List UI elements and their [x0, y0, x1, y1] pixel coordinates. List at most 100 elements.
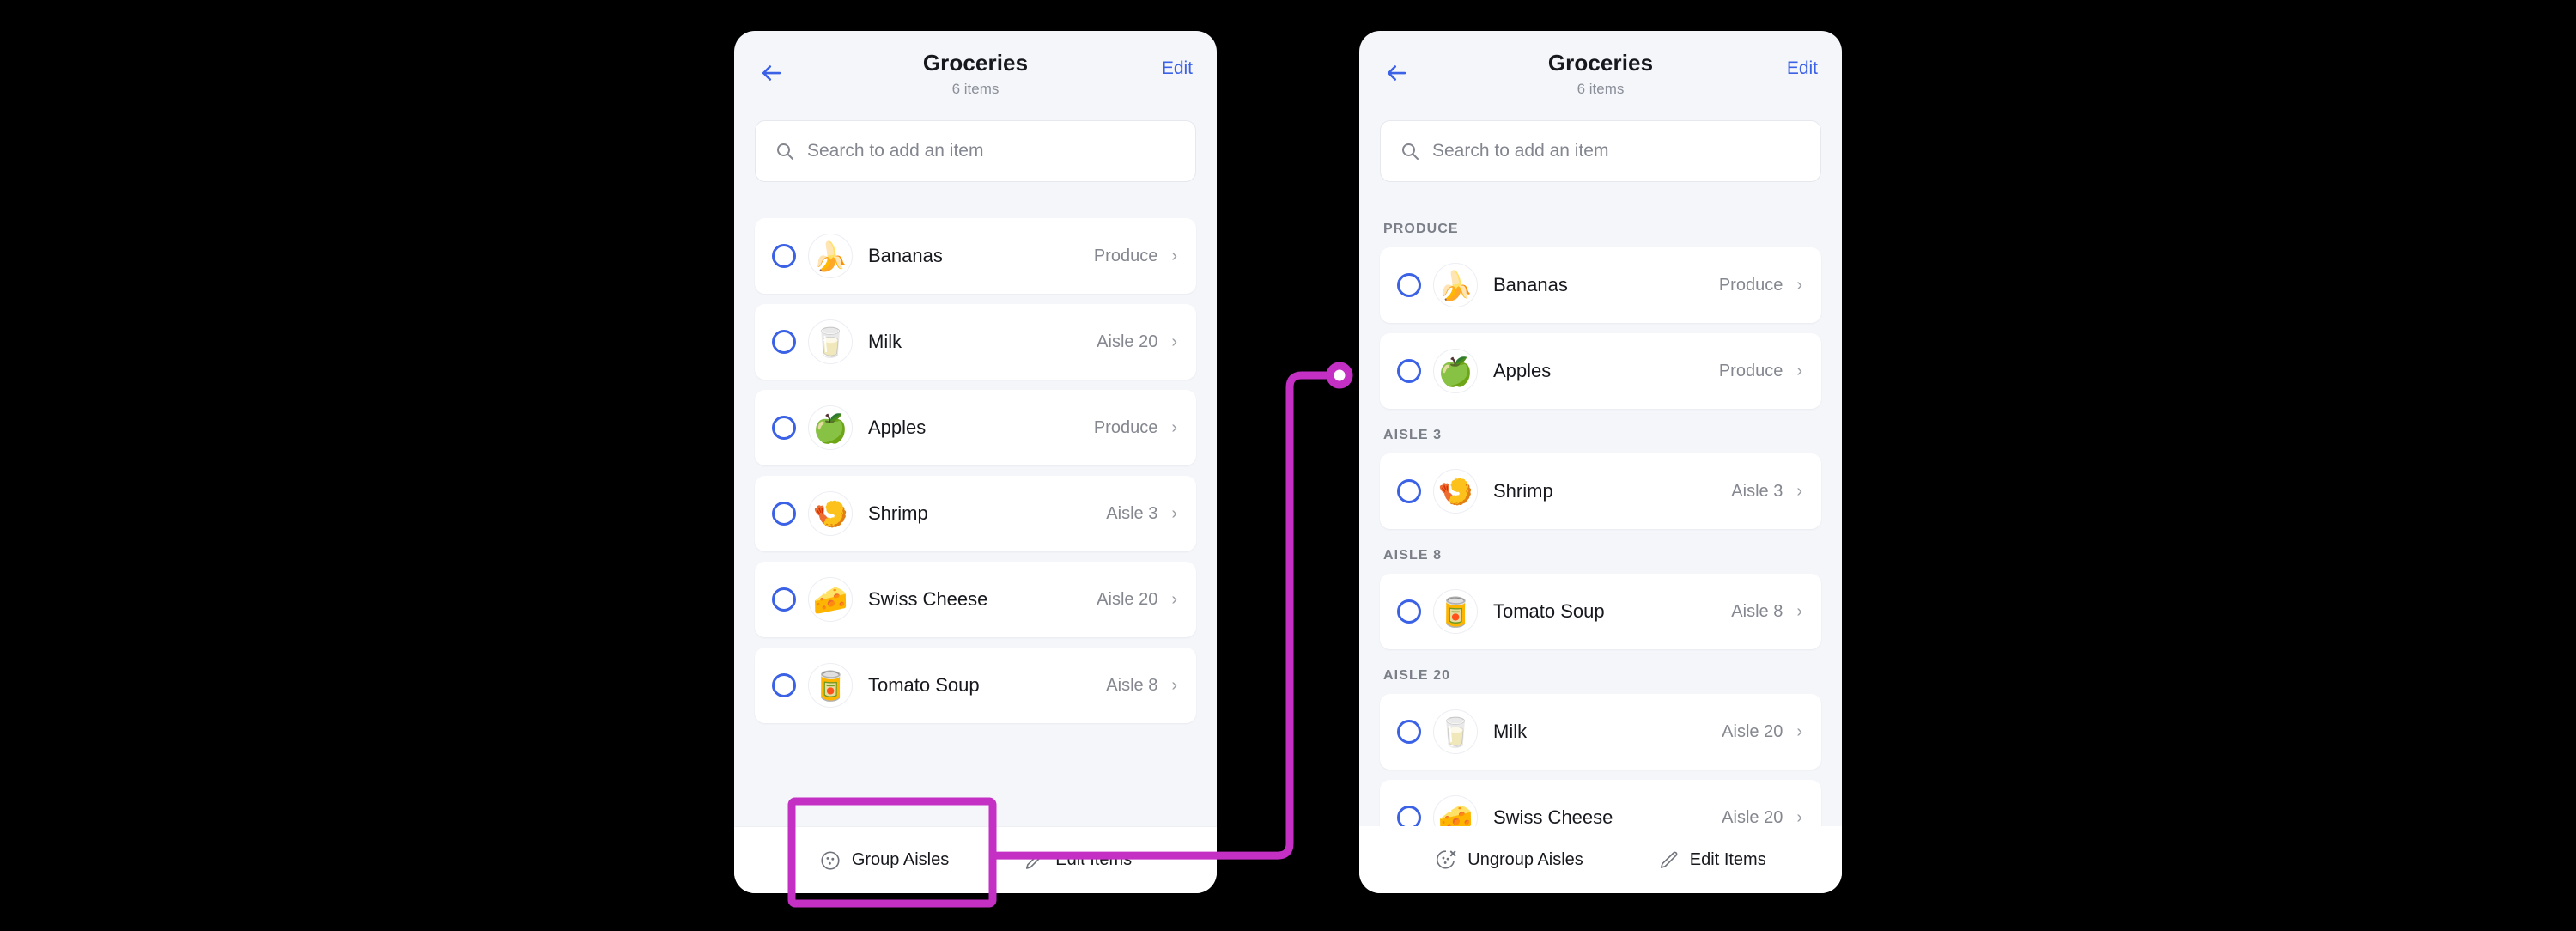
chevron-right-icon[interactable]: ›	[1171, 247, 1177, 265]
list-item[interactable]: 🥫 Tomato Soup Aisle 8 ›	[755, 648, 1196, 723]
group-aisles-button[interactable]: Group Aisles	[819, 849, 949, 872]
item-checkbox[interactable]	[1397, 359, 1421, 383]
section-heading: AISLE 3	[1383, 428, 1443, 442]
click-target-annotation	[787, 362, 1353, 908]
search-placeholder: Search to add an item	[1432, 141, 1609, 161]
item-meta: Aisle 8 ›	[1731, 602, 1802, 622]
phone-panel-ungrouped: Groceries 6 items Edit Search to add an …	[734, 31, 1217, 893]
panel-right-bottom-bar: Ungroup Aisles Edit Items	[1359, 826, 1842, 893]
item-checkbox[interactable]	[772, 244, 796, 268]
group-aisles-label: Group Aisles	[851, 850, 950, 869]
item-name: Tomato Soup	[1493, 600, 1605, 622]
panel-right-header: Groceries 6 items Edit	[1359, 31, 1842, 117]
screenshot-stage: Groceries 6 items Edit Search to add an …	[0, 0, 2576, 931]
item-checkbox[interactable]	[772, 416, 796, 440]
chevron-right-icon[interactable]: ›	[1796, 723, 1802, 740]
group-aisles-icon	[819, 849, 841, 872]
list-item[interactable]: 🧀 Swiss Cheese Aisle 20 ›	[755, 562, 1196, 637]
chevron-right-icon[interactable]: ›	[1796, 362, 1802, 380]
item-name: Shrimp	[1493, 480, 1553, 502]
item-thumbnail-icon: 🥫	[1433, 589, 1478, 634]
edit-button[interactable]: Edit	[1162, 58, 1193, 79]
item-aisle-label: Aisle 20	[1722, 721, 1783, 741]
item-name: Apples	[1493, 360, 1552, 381]
item-thumbnail-icon: 🍏	[808, 405, 853, 450]
section-heading: AISLE 20	[1383, 668, 1451, 683]
chevron-right-icon[interactable]: ›	[1796, 809, 1802, 826]
search-input[interactable]: Search to add an item	[1380, 120, 1821, 182]
item-checkbox[interactable]	[772, 587, 796, 612]
search-input[interactable]: Search to add an item	[755, 120, 1196, 182]
ungroup-aisles-label: Ungroup Aisles	[1467, 849, 1583, 869]
item-thumbnail-icon: 🍌	[808, 234, 853, 278]
item-name: Bananas	[868, 245, 943, 266]
item-meta: Produce ›	[1719, 362, 1802, 381]
item-thumbnail-icon: 🧀	[808, 577, 853, 622]
panel-right-scroll-area[interactable]: PRODUCE 🍌 Bananas Produce › 🍏 Apples Produce › AI…	[1359, 199, 1842, 893]
item-checkbox[interactable]	[1397, 720, 1421, 744]
page-title: Groceries	[1547, 50, 1654, 76]
edit-items-label: Edit Items	[1689, 849, 1766, 869]
item-count: 6 items	[951, 80, 999, 97]
item-name: Bananas	[1493, 274, 1568, 295]
item-meta: Aisle 8 ›	[1106, 676, 1177, 696]
grocery-list-grouped: PRODUCE 🍌 Bananas Produce › 🍏 Apples Produce › AI…	[1359, 199, 1842, 855]
item-meta: Aisle 20 ›	[1097, 332, 1177, 352]
list-item[interactable]: 🥛 Milk Aisle 20 ›	[755, 304, 1196, 380]
item-meta: Aisle 3 ›	[1106, 504, 1177, 524]
list-item[interactable]: 🍏 Apples Produce ›	[1380, 333, 1821, 409]
list-item[interactable]: 🥛 Milk Aisle 20 ›	[1380, 694, 1821, 770]
item-aisle-label: Aisle 20	[1097, 589, 1158, 609]
item-name: Shrimp	[868, 502, 928, 524]
item-name: Milk	[868, 331, 902, 352]
panel-left-title-block: Groceries 6 items	[734, 50, 1217, 98]
list-item[interactable]: 🍌 Bananas Produce ›	[755, 218, 1196, 294]
item-meta: Aisle 3 ›	[1731, 482, 1802, 502]
item-aisle-label: Aisle 8	[1731, 601, 1783, 621]
item-aisle-label: Produce	[1718, 361, 1783, 380]
panel-left-scroll-area[interactable]: 🍌 Bananas Produce › 🥛 Milk Aisle 20 › 🍏 Apples Pro…	[734, 199, 1217, 893]
phone-panel-grouped: Groceries 6 items Edit Search to add an …	[1359, 31, 1842, 893]
list-item[interactable]: 🍤 Shrimp Aisle 3 ›	[755, 476, 1196, 551]
list-item[interactable]: 🍌 Bananas Produce ›	[1380, 247, 1821, 323]
item-thumbnail-icon: 🍤	[808, 491, 853, 536]
item-thumbnail-icon: 🍤	[1433, 469, 1478, 514]
item-checkbox[interactable]	[772, 673, 796, 697]
edit-items-button[interactable]: Edit Items	[1023, 849, 1132, 872]
chevron-right-icon[interactable]: ›	[1171, 505, 1177, 522]
pencil-icon	[1657, 849, 1680, 871]
item-checkbox[interactable]	[1397, 479, 1421, 503]
chevron-right-icon[interactable]: ›	[1171, 419, 1177, 436]
ungroup-aisles-button[interactable]: Ungroup Aisles	[1435, 849, 1583, 871]
edit-button[interactable]: Edit	[1787, 58, 1818, 79]
callout-endpoint-dot	[1326, 362, 1353, 389]
item-checkbox[interactable]	[1397, 273, 1421, 297]
chevron-right-icon[interactable]: ›	[1796, 483, 1802, 500]
item-meta: Aisle 20 ›	[1722, 808, 1802, 828]
item-name: Apples	[868, 417, 927, 438]
item-thumbnail-icon: 🥫	[808, 663, 853, 708]
chevron-right-icon[interactable]: ›	[1171, 677, 1177, 694]
panel-right-title-block: Groceries 6 items	[1359, 50, 1842, 98]
item-meta: Aisle 20 ›	[1722, 722, 1802, 742]
chevron-right-icon[interactable]: ›	[1796, 277, 1802, 294]
item-meta: Aisle 20 ›	[1097, 590, 1177, 610]
item-aisle-label: Produce	[1093, 417, 1158, 437]
chevron-right-icon[interactable]: ›	[1796, 603, 1802, 620]
chevron-right-icon[interactable]: ›	[1171, 591, 1177, 608]
search-icon	[1400, 141, 1420, 161]
item-checkbox[interactable]	[772, 330, 796, 354]
edit-items-button[interactable]: Edit Items	[1657, 849, 1766, 871]
item-checkbox[interactable]	[1397, 599, 1421, 624]
item-name: Milk	[1493, 721, 1528, 742]
item-name: Swiss Cheese	[868, 588, 988, 610]
item-thumbnail-icon: 🥛	[808, 319, 853, 364]
list-item[interactable]: 🥫 Tomato Soup Aisle 8 ›	[1380, 574, 1821, 649]
section-heading: PRODUCE	[1383, 222, 1459, 236]
list-item[interactable]: 🍏 Apples Produce ›	[755, 390, 1196, 466]
chevron-right-icon[interactable]: ›	[1171, 333, 1177, 350]
panel-left-bottom-bar: Group Aisles Edit Items	[734, 826, 1217, 893]
item-checkbox[interactable]	[772, 502, 796, 526]
list-item[interactable]: 🍤 Shrimp Aisle 3 ›	[1380, 453, 1821, 529]
item-thumbnail-icon: 🥛	[1433, 709, 1478, 754]
